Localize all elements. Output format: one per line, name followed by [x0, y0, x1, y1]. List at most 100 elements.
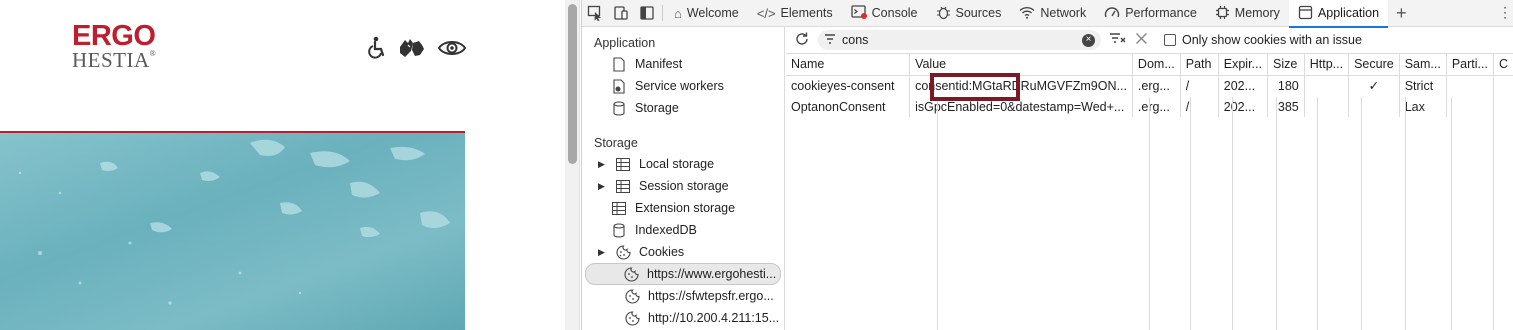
cell-domain[interactable]: .erg... — [1132, 75, 1181, 96]
cell-expires[interactable]: 202... — [1218, 96, 1268, 117]
tab-memory-label: Memory — [1234, 6, 1280, 20]
tab-network[interactable]: Network — [1010, 0, 1095, 27]
sidebar-item-label: Manifest — [635, 57, 683, 71]
sidebar-cookie-origin-3[interactable]: http://10.200.4.211:15... — [624, 307, 779, 329]
column-header-samesite[interactable]: Sam... — [1399, 54, 1447, 76]
cell-name[interactable]: OptanonConsent — [786, 96, 911, 117]
ergo-hestia-logo[interactable]: ERGO HESTIA® — [72, 22, 172, 71]
cookie-filter-input[interactable] — [842, 33, 1076, 47]
column-divider — [1405, 97, 1406, 330]
table-row[interactable]: OptanonConsent isGpcEnabled=0&datestamp=… — [786, 96, 1513, 117]
expand-arrow-icon[interactable]: ▶ — [598, 181, 607, 192]
cell-samesite[interactable]: Lax — [1399, 96, 1447, 117]
sidebar-item-local-storage[interactable]: ▶ Local storage — [598, 153, 714, 175]
inspect-element-icon[interactable] — [582, 0, 608, 27]
cell-name[interactable]: cookieyes-consent — [786, 75, 911, 96]
dock-side-icon[interactable] — [634, 0, 660, 27]
cell-samesite[interactable]: Strict — [1399, 75, 1447, 96]
cookie-icon — [615, 244, 631, 260]
cell-value[interactable]: isGpcEnabled=0&datestamp=Wed+... — [909, 96, 1133, 117]
sidebar-item-session-storage[interactable]: ▶ Session storage — [598, 175, 729, 197]
cell-partition[interactable] — [1446, 75, 1494, 96]
only-issue-checkbox-label[interactable]: Only show cookies with an issue — [1164, 33, 1362, 47]
refresh-icon[interactable] — [794, 31, 810, 50]
cell-c[interactable] — [1493, 96, 1513, 117]
only-issue-checkbox[interactable] — [1164, 34, 1176, 46]
table-grid-icon — [615, 179, 631, 193]
collapse-arrow-icon[interactable]: ▶ — [598, 247, 607, 258]
hero-image — [0, 131, 465, 330]
bug-icon — [936, 5, 951, 22]
sidebar-item-label: Session storage — [639, 179, 729, 193]
cell-secure[interactable] — [1348, 96, 1400, 117]
cell-path[interactable]: / — [1180, 75, 1219, 96]
column-header-secure[interactable]: Secure — [1348, 54, 1400, 76]
tab-performance-label: Performance — [1125, 6, 1197, 20]
column-header-c[interactable]: C — [1493, 54, 1513, 76]
tab-performance[interactable]: Performance — [1095, 0, 1206, 27]
sidebar-item-manifest[interactable]: Manifest — [611, 53, 682, 75]
sidebar-section-storage: Storage — [594, 136, 638, 150]
column-header-value[interactable]: Value — [909, 54, 1133, 76]
column-divider — [1276, 97, 1277, 330]
service-worker-icon — [611, 78, 627, 94]
column-header-domain[interactable]: Dom... — [1132, 54, 1181, 76]
tab-memory[interactable]: Memory — [1206, 0, 1289, 27]
sign-language-icon[interactable] — [398, 37, 426, 59]
sidebar-item-label: https://www.ergohesti... — [647, 267, 777, 281]
cell-size[interactable]: 180 — [1267, 75, 1305, 96]
tab-elements[interactable]: </> Elements — [748, 0, 842, 27]
eye-icon[interactable] — [438, 39, 466, 57]
column-header-partition[interactable]: Parti... — [1446, 54, 1494, 76]
sidebar-item-storage[interactable]: Storage — [611, 97, 679, 119]
clear-filtered-cookies-icon[interactable] — [1109, 32, 1127, 49]
wheelchair-icon[interactable] — [366, 36, 386, 60]
more-options-icon[interactable]: ⋮ — [1498, 4, 1512, 21]
cell-size[interactable]: 385 — [1267, 96, 1305, 117]
cell-value[interactable]: consentid:MGtaRDRuMGVFZm9ON... — [909, 75, 1133, 96]
database-icon — [611, 100, 627, 116]
expand-arrow-icon[interactable]: ▶ — [598, 159, 607, 170]
sidebar-item-label: IndexedDB — [635, 223, 697, 237]
cell-httponly[interactable] — [1304, 75, 1350, 96]
sidebar-item-indexeddb[interactable]: IndexedDB — [611, 219, 697, 241]
column-header-size[interactable]: Size — [1267, 54, 1305, 76]
clear-filter-icon[interactable]: × — [1082, 33, 1095, 47]
tab-welcome[interactable]: ⌂ Welcome — [665, 0, 748, 27]
sidebar-item-cookies[interactable]: ▶ Cookies — [598, 241, 684, 263]
only-issue-label-text: Only show cookies with an issue — [1182, 33, 1362, 47]
sidebar-item-label: Service workers — [635, 79, 724, 93]
window-icon — [1298, 5, 1313, 22]
table-row[interactable]: cookieyes-consent consentid:MGtaRDRuMGVF… — [786, 75, 1513, 96]
logo-hestia-text: HESTIA — [72, 48, 150, 72]
cookie-filter[interactable]: × — [818, 30, 1101, 50]
cookies-toolbar: × Only show cookies with an issue — [786, 27, 1513, 54]
sidebar-item-label: Storage — [635, 101, 679, 115]
sidebar-cookie-origin-1[interactable]: https://www.ergohesti... — [585, 263, 781, 285]
cell-c[interactable] — [1493, 75, 1513, 96]
column-header-expires[interactable]: Expir... — [1218, 54, 1268, 76]
sidebar-cookie-origin-2[interactable]: https://sfwtepsfr.ergo... — [624, 285, 774, 307]
delete-all-cookies-icon[interactable] — [1135, 32, 1148, 48]
sidebar-item-label: Local storage — [639, 157, 715, 171]
cell-path[interactable]: / — [1180, 96, 1219, 117]
column-header-httponly[interactable]: Http... — [1304, 54, 1350, 76]
sidebar-item-extension-storage[interactable]: Extension storage — [611, 197, 735, 219]
page-scrollbar[interactable] — [565, 0, 580, 330]
tab-application[interactable]: Application — [1288, 0, 1389, 28]
column-header-name[interactable]: Name — [786, 54, 911, 76]
tab-sources[interactable]: Sources — [927, 0, 1011, 27]
sidebar-item-service-workers[interactable]: Service workers — [611, 75, 724, 97]
column-header-path[interactable]: Path — [1180, 54, 1219, 76]
cookie-icon — [624, 266, 639, 282]
page-scrollbar-thumb[interactable] — [568, 4, 577, 164]
device-toolbar-icon[interactable] — [608, 0, 634, 27]
add-tab-icon[interactable]: + — [1388, 3, 1415, 24]
tab-console[interactable]: Console — [842, 0, 927, 27]
cell-expires[interactable]: 202... — [1218, 75, 1268, 96]
cell-secure[interactable]: ✓ — [1348, 75, 1400, 96]
wifi-icon — [1019, 6, 1035, 21]
cell-partition[interactable] — [1446, 96, 1494, 117]
cell-httponly[interactable] — [1304, 96, 1350, 117]
cell-domain[interactable]: .erg... — [1132, 96, 1181, 117]
